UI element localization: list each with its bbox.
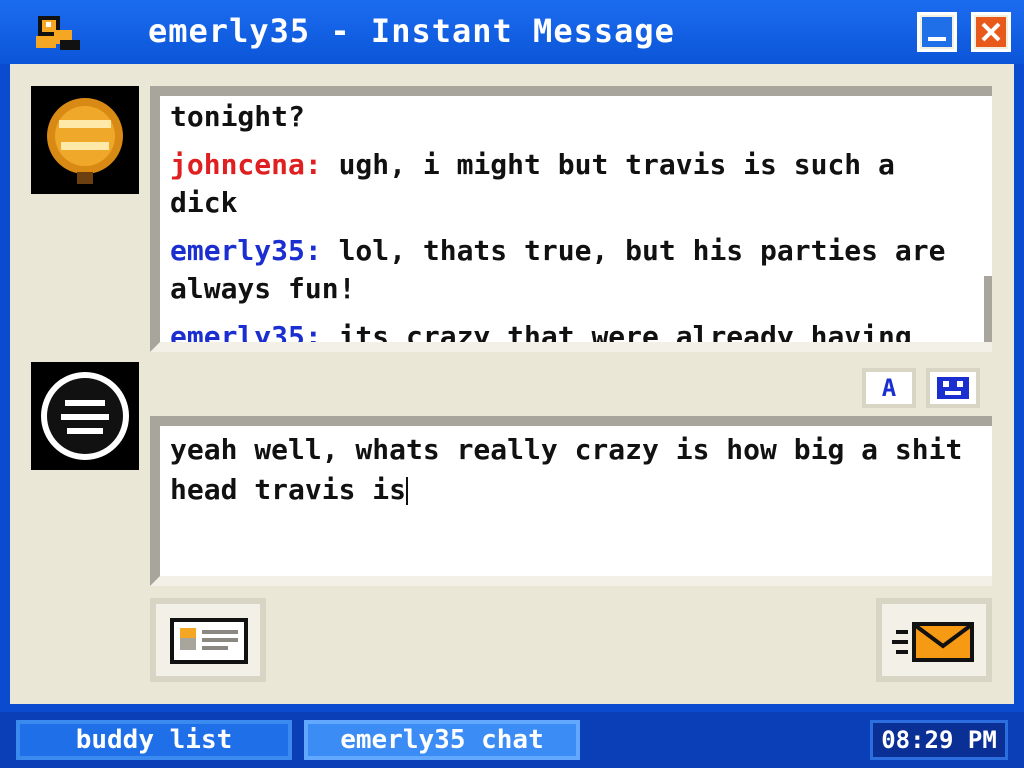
- message-sender: emerly35:: [170, 234, 322, 267]
- profile-button[interactable]: [150, 598, 266, 682]
- scrollbar-thumb[interactable]: [984, 276, 992, 342]
- profile-button-face: [156, 604, 260, 676]
- message-history[interactable]: tonight? johncena: ugh, i might but trav…: [150, 86, 992, 352]
- minimize-button[interactable]: [917, 12, 957, 52]
- duck-icon: [36, 16, 80, 50]
- title-bar: emerly35 - Instant Message: [0, 0, 1024, 64]
- chat-window: tonight? johncena: ugh, i might but trav…: [10, 64, 1014, 704]
- message-line: emerly35: lol, thats true, but his parti…: [170, 232, 970, 308]
- close-icon: [976, 17, 1006, 47]
- emoticon-button[interactable]: [926, 368, 980, 408]
- message-line: johncena: ugh, i might but travis is suc…: [170, 146, 970, 222]
- font-icon: A: [881, 374, 897, 402]
- compose-value: yeah well, whats really crazy is how big…: [170, 433, 963, 506]
- send-button-face: [882, 604, 986, 676]
- buddy-avatar[interactable]: [31, 86, 139, 194]
- font-button[interactable]: A: [862, 368, 916, 408]
- message-line: tonight?: [170, 98, 970, 136]
- cold-play-avatar: [31, 86, 139, 194]
- window-title: emerly35 - Instant Message: [148, 12, 675, 50]
- message-list: tonight? johncena: ugh, i might but trav…: [170, 98, 970, 352]
- emoticon-icon: [937, 377, 969, 399]
- minimize-icon: [922, 17, 952, 47]
- taskbar-chat[interactable]: emerly35 chat: [304, 720, 580, 760]
- text-caret: [406, 477, 409, 505]
- compose-text: yeah well, whats really crazy is how big…: [170, 430, 970, 510]
- self-avatar[interactable]: [31, 362, 139, 470]
- taskbar: buddy list emerly35 chat 08:29 PM: [0, 712, 1024, 768]
- taskbar-buddy-list[interactable]: buddy list: [16, 720, 292, 760]
- message-text: tonight?: [170, 100, 305, 133]
- message-sender: johncena:: [170, 148, 322, 181]
- close-button[interactable]: [971, 12, 1011, 52]
- message-line: emerly35: its crazy that were already ha…: [170, 318, 970, 352]
- profile-card-icon: [170, 618, 248, 664]
- self-avatar-icon: [31, 362, 139, 470]
- send-envelope-icon: [892, 622, 974, 662]
- message-input[interactable]: yeah well, whats really crazy is how big…: [150, 416, 992, 586]
- clock: 08:29 PM: [870, 720, 1008, 760]
- send-button[interactable]: [876, 598, 992, 682]
- message-sender: emerly35:: [170, 320, 322, 352]
